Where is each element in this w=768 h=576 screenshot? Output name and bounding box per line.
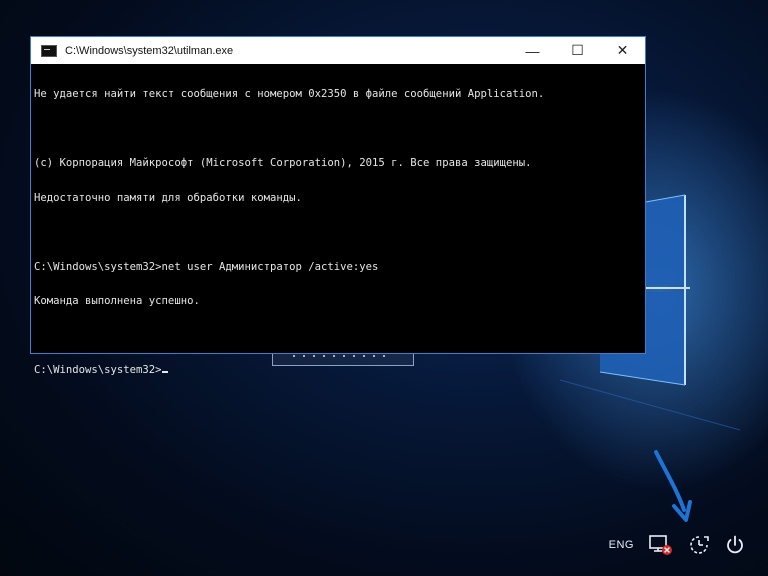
console-line: Недостаточно памяти для обработки команд… [34,191,302,204]
console-prompt-line: C:\Windows\system32> [34,364,642,377]
text-cursor [161,371,168,373]
maximize-button[interactable]: ☐ [555,37,600,64]
close-button[interactable]: ✕ [600,37,645,64]
minimize-button[interactable]: — [510,37,555,64]
console-prompt: C:\Windows\system32> [34,364,162,376]
ease-of-access-icon[interactable] [688,534,710,556]
window-title: C:\Windows\system32\utilman.exe [65,44,234,57]
console-line: Команда выполнена успешно. [34,295,200,307]
console-line: C:\Windows\system32>net user Администрат… [34,260,379,273]
console-line: ​ [34,124,642,136]
console-line: Не удается найти текст сообщения с номер… [34,88,545,100]
cmd-window[interactable]: C:\Windows\system32\utilman.exe — ☐ ✕ Не… [30,36,646,376]
console-line: ​ [34,227,642,239]
login-tray: ENG [609,534,746,556]
title-bar[interactable]: C:\Windows\system32\utilman.exe — ☐ ✕ [31,37,645,64]
network-disconnected-icon[interactable] [648,534,674,556]
console-line: ​ [34,331,642,343]
cmd-icon [41,44,57,57]
console-output[interactable]: Не удается найти текст сообщения с номер… [34,66,642,375]
console-line: (c) Корпорация Майкрософт (Microsoft Cor… [34,157,532,169]
arrow-annotation [654,450,692,522]
power-icon[interactable] [724,534,746,556]
language-indicator[interactable]: ENG [609,539,634,551]
